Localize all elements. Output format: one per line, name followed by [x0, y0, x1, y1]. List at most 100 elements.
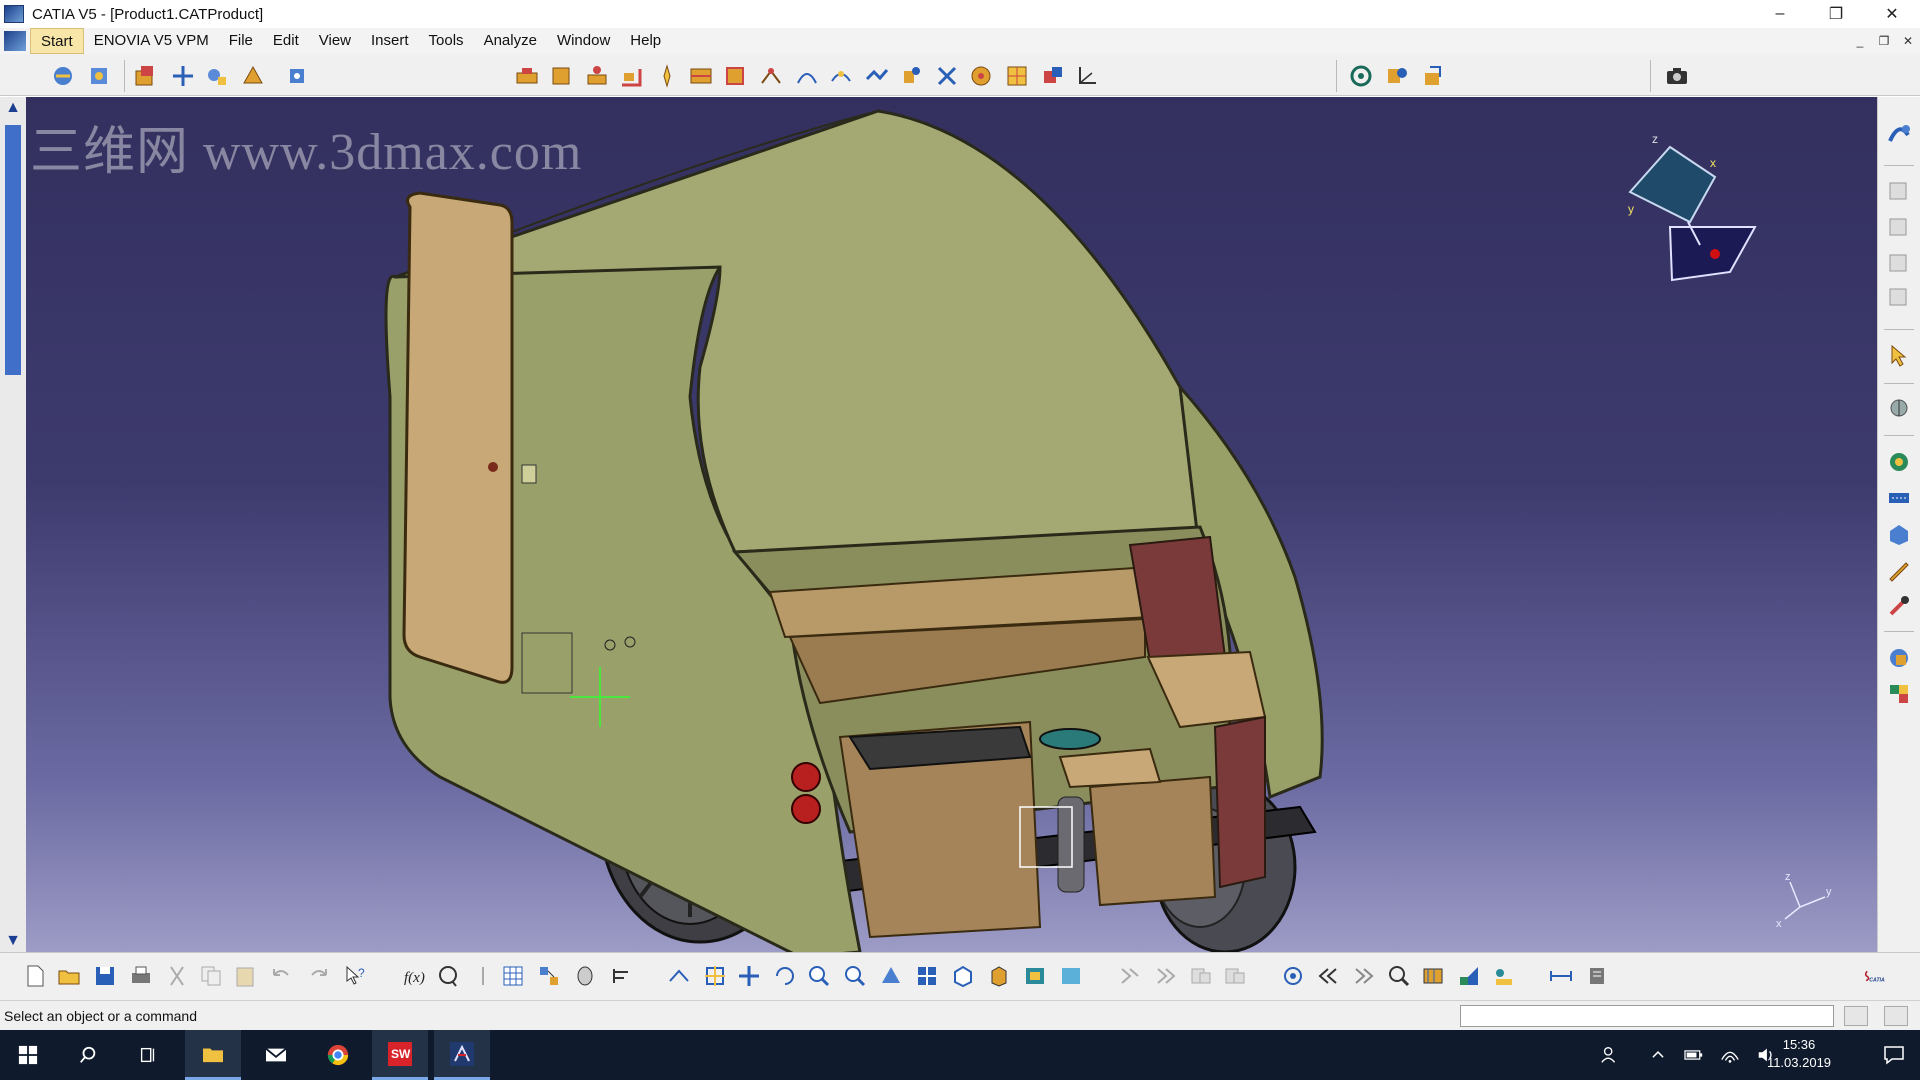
scroll-down-arrow-icon[interactable]: ▼: [4, 932, 22, 950]
undo-icon[interactable]: [268, 963, 294, 989]
wifi-icon[interactable]: [1712, 1030, 1748, 1080]
annotation-icon[interactable]: [1490, 963, 1516, 989]
copy-icon[interactable]: [198, 963, 224, 989]
symmetry-icon[interactable]: [934, 63, 960, 89]
chrome-icon[interactable]: [310, 1030, 366, 1080]
track-icon[interactable]: [1886, 485, 1912, 511]
fix-component-icon[interactable]: [654, 63, 680, 89]
tree-collapse-icon[interactable]: [1886, 215, 1912, 241]
scenes-icon[interactable]: [1420, 63, 1446, 89]
fit-all-in-icon[interactable]: [702, 963, 728, 989]
cut-icon[interactable]: [164, 963, 190, 989]
constraint-offset-icon[interactable]: [584, 63, 610, 89]
pan-icon[interactable]: [736, 963, 762, 989]
snap-icon[interactable]: [284, 63, 310, 89]
minimize-button[interactable]: –: [1752, 0, 1808, 28]
isometric-view-icon[interactable]: [950, 963, 976, 989]
print-icon[interactable]: [128, 963, 154, 989]
stove-cabinet[interactable]: [1088, 775, 1217, 907]
normal-view-icon[interactable]: [878, 963, 904, 989]
instantiate-icon[interactable]: [536, 963, 562, 989]
menu-window[interactable]: Window: [547, 28, 620, 54]
hide-show-icon[interactable]: [1886, 251, 1912, 277]
tools-icon[interactable]: [1886, 593, 1912, 619]
open-folder-icon[interactable]: [56, 963, 82, 989]
compass-widget[interactable]: z x y: [1628, 132, 1757, 282]
clash-icon[interactable]: [240, 63, 266, 89]
menu-analyze[interactable]: Analyze: [474, 28, 547, 54]
magnifier-icon[interactable]: [1386, 963, 1412, 989]
measure-item-icon[interactable]: [1584, 963, 1610, 989]
people-icon[interactable]: [1590, 1030, 1630, 1080]
step-forward-icon[interactable]: [1152, 963, 1178, 989]
cooking-pan[interactable]: [1039, 728, 1101, 750]
zoom-in-icon[interactable]: [806, 963, 832, 989]
catia-taskbar-icon[interactable]: [434, 1030, 490, 1080]
side-door[interactable]: [402, 191, 514, 684]
command-history-button[interactable]: [1844, 1006, 1868, 1026]
menu-tools[interactable]: Tools: [419, 28, 474, 54]
battery-icon[interactable]: [1676, 1030, 1712, 1080]
file-explorer-icon[interactable]: [185, 1030, 241, 1080]
fly-mode-icon[interactable]: [666, 963, 692, 989]
mail-icon[interactable]: [248, 1030, 304, 1080]
doc-restore-button[interactable]: ❐: [1872, 34, 1896, 48]
publication-icon[interactable]: [1384, 63, 1410, 89]
task-view-icon[interactable]: [120, 1030, 176, 1080]
catalog-icon[interactable]: [1886, 645, 1912, 671]
flexible-subassembly-icon[interactable]: [758, 63, 784, 89]
measure-between-icon[interactable]: [1040, 63, 1066, 89]
insert-component-icon[interactable]: [132, 63, 158, 89]
design-table-icon[interactable]: [500, 963, 526, 989]
manipulation-icon[interactable]: [1886, 395, 1912, 421]
distance-analysis-icon[interactable]: [1456, 963, 1482, 989]
multi-view-icon[interactable]: [914, 963, 940, 989]
menu-file[interactable]: File: [219, 28, 263, 54]
measure-between-bottom-icon[interactable]: [1548, 963, 1574, 989]
change-constraint-icon[interactable]: [828, 63, 854, 89]
simulation-icon[interactable]: [1886, 449, 1912, 475]
menu-edit[interactable]: Edit: [263, 28, 309, 54]
reuse-pattern-icon[interactable]: [794, 63, 820, 89]
workbench-icon[interactable]: [1886, 121, 1912, 147]
scroll-thumb[interactable]: [5, 125, 21, 375]
multi-instantiation-icon[interactable]: [898, 63, 924, 89]
scroll-up-arrow-icon[interactable]: ▲: [4, 99, 22, 117]
fast-forward-icon[interactable]: [1350, 963, 1376, 989]
compile-icon[interactable]: [1188, 963, 1214, 989]
assembly-icon[interactable]: [86, 63, 112, 89]
constraint-angle-icon[interactable]: [618, 63, 644, 89]
trailer-3d-model[interactable]: z x y z y x: [0, 97, 1877, 952]
fix-together-icon[interactable]: [688, 63, 714, 89]
redo-icon[interactable]: [306, 963, 332, 989]
command-cancel-button[interactable]: [1884, 1006, 1908, 1026]
explode-icon[interactable]: [204, 63, 230, 89]
taskbar-clock[interactable]: 15:36 11.03.2019: [1754, 1036, 1844, 1072]
whats-this-icon[interactable]: ?: [342, 963, 368, 989]
capture-camera-icon[interactable]: [1664, 63, 1690, 89]
doc-minimize-button[interactable]: _: [1848, 34, 1872, 48]
power-input-field[interactable]: [1460, 1005, 1834, 1027]
select-arrow-icon[interactable]: [1886, 343, 1912, 369]
manipulate-icon[interactable]: [170, 63, 196, 89]
knowledge-inspector-icon[interactable]: [572, 963, 598, 989]
tray-chevron-up-icon[interactable]: [1640, 1030, 1676, 1080]
formula-icon[interactable]: f(x): [402, 963, 428, 989]
search-icon[interactable]: [60, 1030, 116, 1080]
update-icon[interactable]: [864, 63, 890, 89]
hide-show-mode-icon[interactable]: [1022, 963, 1048, 989]
part-design-icon[interactable]: [1886, 521, 1912, 547]
menu-insert[interactable]: Insert: [361, 28, 419, 54]
sectioning-icon[interactable]: [1280, 963, 1306, 989]
close-button[interactable]: ✕: [1864, 0, 1920, 28]
generative-update-icon[interactable]: [1348, 63, 1374, 89]
knowledge-advisor-icon[interactable]: [436, 963, 462, 989]
bill-of-material-icon[interactable]: [968, 63, 994, 89]
menu-view[interactable]: View: [309, 28, 361, 54]
simulation-play-icon[interactable]: [1116, 963, 1142, 989]
gas-bottle[interactable]: [1057, 796, 1085, 893]
sequence-icon[interactable]: [1222, 963, 1248, 989]
catalog-browser-icon[interactable]: [1004, 63, 1030, 89]
clash-analysis-icon[interactable]: [1420, 963, 1446, 989]
swap-visible-icon[interactable]: [1886, 285, 1912, 311]
